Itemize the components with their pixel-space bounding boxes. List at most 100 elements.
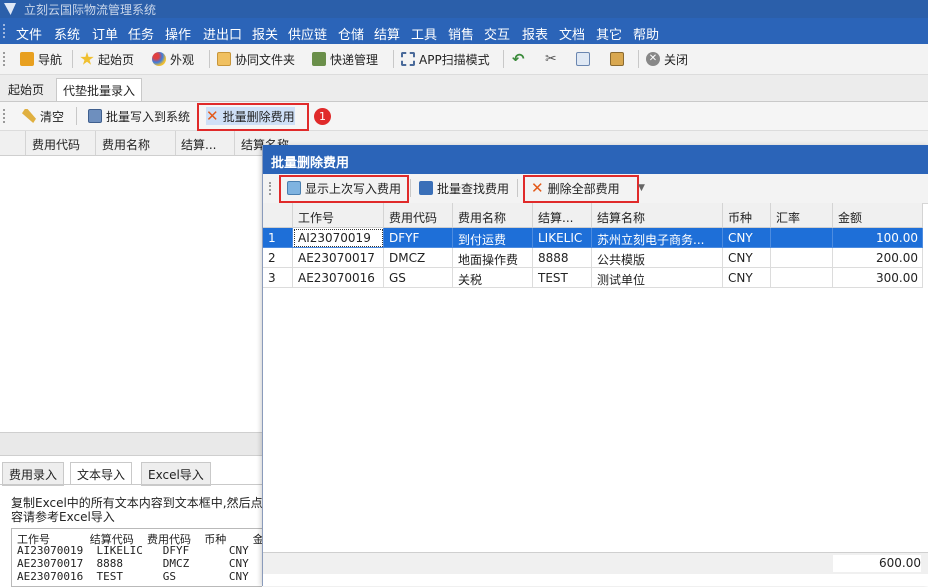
col-exchange-rate[interactable]: 汇率 xyxy=(771,203,833,228)
document-tabs: 起始页 代垫批量录入 xyxy=(0,75,928,102)
menu-file[interactable]: 文件 xyxy=(16,24,42,43)
settle-code-cell[interactable]: 8888 xyxy=(533,248,592,268)
col-fee-name[interactable]: 费用名称 xyxy=(453,203,533,228)
fee-name-cell[interactable]: 地面操作费 xyxy=(453,248,533,268)
dialog-toolbar-separator xyxy=(517,179,518,197)
amount-cell[interactable]: 100.00 xyxy=(833,228,923,248)
fee-name-cell[interactable]: 关税 xyxy=(453,268,533,288)
appearance-button[interactable]: 外观 xyxy=(152,50,194,68)
truck-icon xyxy=(312,52,326,66)
copy-icon xyxy=(576,52,590,66)
start-page-button[interactable]: 起始页 xyxy=(80,50,134,68)
paste-button[interactable] xyxy=(610,50,628,68)
menu-sales[interactable]: 销售 xyxy=(448,24,474,43)
batch-find-button[interactable]: 批量查找费用 xyxy=(419,179,509,197)
settle-name-cell[interactable]: 苏州立刻电子商务... xyxy=(592,228,723,248)
entry-grid-scrollbar[interactable] xyxy=(0,432,262,455)
table-row[interactable]: 2 AE23070017 DMCZ 地面操作费 8888 公共模版 CNY 20… xyxy=(263,248,923,268)
toolbar-separator xyxy=(503,50,504,68)
menu-operation[interactable]: 操作 xyxy=(165,24,191,43)
menu-help[interactable]: 帮助 xyxy=(633,24,659,43)
menu-supply-chain[interactable]: 供应链 xyxy=(288,24,327,43)
job-no-cell[interactable]: AI23070019 xyxy=(293,228,384,248)
import-textbox[interactable]: 工作号 结算代码 费用代码 币种 金额 AI23070019 LIKELIC D… xyxy=(11,528,289,587)
fee-code-cell[interactable]: DFYF xyxy=(384,228,453,248)
col-amount[interactable]: 金额 xyxy=(833,203,923,228)
tab-batch-advance-entry[interactable]: 代垫批量录入 xyxy=(56,78,143,101)
menu-order[interactable]: 订单 xyxy=(92,24,118,43)
fee-name-cell[interactable]: 到付运费 xyxy=(453,228,533,248)
table-row[interactable]: 1 AI23070019 DFYF 到付运费 LIKELIC 苏州立刻电子商务.… xyxy=(263,228,923,248)
app-scan-button[interactable]: APP扫描模式 xyxy=(401,50,490,68)
shared-folder-button[interactable]: 协同文件夹 xyxy=(217,50,295,68)
entry-grid-body[interactable] xyxy=(0,156,262,432)
dropdown-arrow[interactable]: ▼ xyxy=(638,179,645,197)
start-page-label: 起始页 xyxy=(98,52,135,67)
amount-cell[interactable]: 200.00 xyxy=(833,248,923,268)
tab-start-page[interactable]: 起始页 xyxy=(2,78,50,100)
menu-import-export[interactable]: 进出口 xyxy=(203,24,242,43)
text-line: AE23070017 8888 DMCZ CNY xyxy=(17,557,249,570)
nav-icon xyxy=(20,52,34,66)
menu-interaction[interactable]: 交互 xyxy=(484,24,510,43)
job-no-cell[interactable]: AE23070016 xyxy=(293,268,384,288)
menu-documents[interactable]: 文档 xyxy=(559,24,585,43)
col-currency[interactable]: 币种 xyxy=(723,203,771,228)
col-fee-name[interactable]: 费用名称 xyxy=(102,136,150,153)
cut-button[interactable]: ✂ xyxy=(545,50,557,68)
dialog-toolbar-grip xyxy=(269,182,273,195)
copy-button[interactable] xyxy=(576,50,594,68)
undo-button[interactable]: ↶ xyxy=(512,50,525,68)
tab-excel-import[interactable]: Excel导入 xyxy=(141,462,211,486)
col-fee-code[interactable]: 费用代码 xyxy=(384,203,453,228)
settle-code-cell[interactable]: TEST xyxy=(533,268,592,288)
nav-label: 导航 xyxy=(38,52,63,67)
menu-customs[interactable]: 报关 xyxy=(252,24,278,43)
settle-name-cell[interactable]: 测试单位 xyxy=(592,268,723,288)
amount-cell[interactable]: 300.00 xyxy=(833,268,923,288)
col-settle-name[interactable]: 结算名称 xyxy=(592,203,723,228)
currency-cell[interactable]: CNY xyxy=(723,228,771,248)
exchange-rate-cell[interactable] xyxy=(771,268,833,288)
delete-x-icon: ✕ xyxy=(531,179,544,197)
batch-write-label: 批量写入到系统 xyxy=(106,109,191,124)
col-settle-code[interactable]: 结算... xyxy=(533,203,592,228)
tab-text-import[interactable]: 文本导入 xyxy=(70,462,133,485)
tab-fee-entry[interactable]: 费用录入 xyxy=(2,462,65,486)
settle-code-cell[interactable]: LIKELIC xyxy=(533,228,592,248)
menu-system[interactable]: 系统 xyxy=(54,24,80,43)
grid-divider xyxy=(95,131,96,155)
shared-folder-label: 协同文件夹 xyxy=(235,52,296,67)
fee-code-cell[interactable]: GS xyxy=(384,268,453,288)
subtoolbar-separator xyxy=(76,107,77,125)
menu-task[interactable]: 任务 xyxy=(128,24,154,43)
batch-write-button[interactable]: 批量写入到系统 xyxy=(88,107,190,125)
job-no-cell[interactable]: AE23070017 xyxy=(293,248,384,268)
menu-reports[interactable]: 报表 xyxy=(522,24,548,43)
entry-toolbar: 清空 批量写入到系统 ✕ 批量删除费用 1 xyxy=(0,102,928,131)
fee-code-cell[interactable]: DMCZ xyxy=(384,248,453,268)
show-last-written-button[interactable]: 显示上次写入费用 xyxy=(287,179,401,197)
show-last-written-label: 显示上次写入费用 xyxy=(305,181,402,196)
settle-name-cell[interactable]: 公共模版 xyxy=(592,248,723,268)
palette-icon xyxy=(152,52,166,66)
batch-delete-button[interactable]: ✕ 批量删除费用 xyxy=(206,107,295,125)
grid-divider xyxy=(234,131,235,155)
col-fee-code[interactable]: 费用代码 xyxy=(32,136,80,153)
currency-cell[interactable]: CNY xyxy=(723,248,771,268)
express-button[interactable]: 快递管理 xyxy=(312,50,378,68)
menu-settlement[interactable]: 结算 xyxy=(374,24,400,43)
exchange-rate-cell[interactable] xyxy=(771,248,833,268)
close-button[interactable]: ✕ 关闭 xyxy=(646,50,688,68)
menu-other[interactable]: 其它 xyxy=(596,24,622,43)
table-row[interactable]: 3 AE23070016 GS 关税 TEST 测试单位 CNY 300.00 xyxy=(263,268,923,288)
currency-cell[interactable]: CNY xyxy=(723,268,771,288)
nav-button[interactable]: 导航 xyxy=(20,50,62,68)
delete-all-fees-button[interactable]: ✕ 删除全部费用 xyxy=(531,179,620,197)
col-job-no[interactable]: 工作号 xyxy=(293,203,384,228)
menu-warehouse[interactable]: 仓储 xyxy=(338,24,364,43)
exchange-rate-cell[interactable] xyxy=(771,228,833,248)
clear-button[interactable]: 清空 xyxy=(22,107,64,125)
col-settle-code[interactable]: 结算... xyxy=(181,136,216,153)
menu-tools[interactable]: 工具 xyxy=(411,24,437,43)
